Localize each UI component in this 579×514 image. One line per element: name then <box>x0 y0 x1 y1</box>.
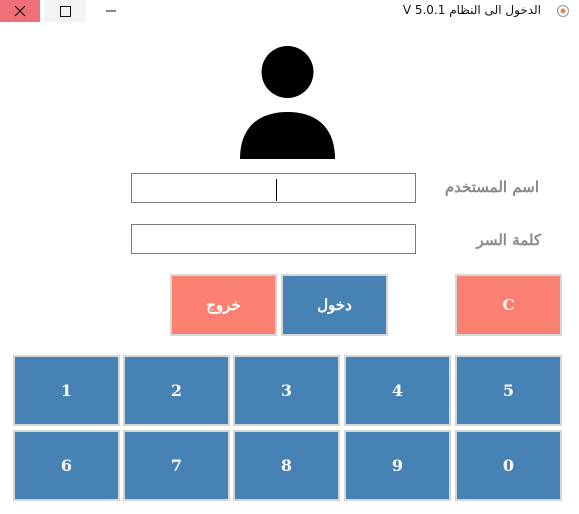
username-label: اسم المستخدم <box>444 178 539 196</box>
keypad-key-4[interactable]: 4 <box>344 355 451 426</box>
keypad-key-0[interactable]: 0 <box>455 430 562 501</box>
login-button[interactable]: دخول <box>281 274 388 336</box>
keypad-key-9[interactable]: 9 <box>344 430 451 501</box>
maximize-window-button[interactable] <box>44 0 86 22</box>
keypad-key-1[interactable]: 1 <box>13 355 120 426</box>
clear-button[interactable]: C <box>455 274 562 336</box>
username-input[interactable] <box>131 173 416 203</box>
keypad-key-2[interactable]: 2 <box>123 355 230 426</box>
close-icon <box>14 5 26 17</box>
window-title: الدخول الى النظام V 5.0.1 <box>402 3 541 17</box>
title-bar: الدخول الى النظام V 5.0.1 <box>0 0 579 24</box>
close-window-button[interactable] <box>0 0 40 22</box>
maximize-icon <box>59 5 71 17</box>
text-caret <box>276 179 277 201</box>
keypad-key-5[interactable]: 5 <box>455 355 562 426</box>
user-silhouette-icon <box>240 46 335 159</box>
keypad-key-3[interactable]: 3 <box>233 355 340 426</box>
keypad-key-6[interactable]: 6 <box>13 430 120 501</box>
app-icon <box>556 4 570 18</box>
minimize-icon <box>106 10 116 12</box>
minimize-window-button[interactable] <box>92 0 130 22</box>
keypad-key-8[interactable]: 8 <box>233 430 340 501</box>
password-label: كلمة السر <box>476 231 541 249</box>
keypad-key-7[interactable]: 7 <box>123 430 230 501</box>
exit-button[interactable]: خروج <box>170 274 277 336</box>
password-input[interactable] <box>131 224 416 254</box>
